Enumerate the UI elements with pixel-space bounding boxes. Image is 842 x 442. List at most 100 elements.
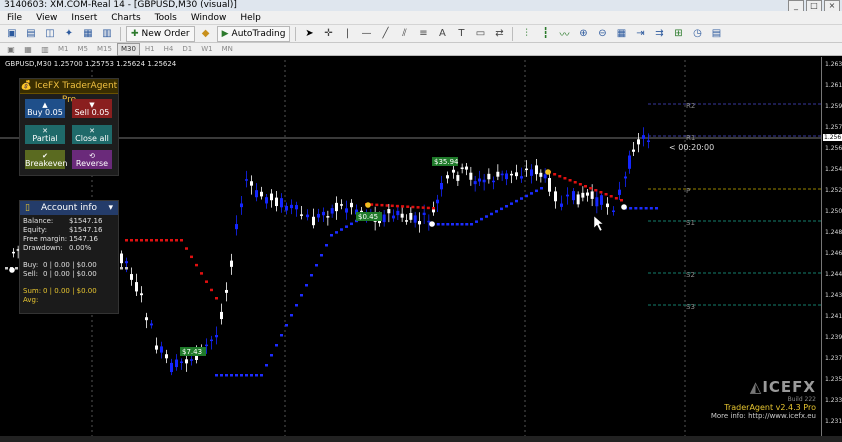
cursor-icon[interactable]: ➤ xyxy=(301,26,317,42)
candle-body xyxy=(535,165,538,175)
toolbar-divider xyxy=(295,26,297,41)
candle-body xyxy=(255,190,258,198)
avg-row: Avg: xyxy=(23,296,43,304)
chart-properties-icon[interactable]: ▣ xyxy=(3,41,19,57)
trail-dot xyxy=(609,195,613,198)
line-chart-icon[interactable]: 〰 xyxy=(556,26,572,42)
candle-body xyxy=(350,202,353,208)
arrows-icon[interactable]: ⇄ xyxy=(491,26,507,42)
candlestick-icon[interactable]: ┇ xyxy=(537,26,553,42)
horizontal-line-icon[interactable]: — xyxy=(358,26,374,42)
candle-body xyxy=(525,168,528,171)
buy-button[interactable]: ▲ Buy 0.05 xyxy=(25,99,65,118)
trendline-icon[interactable]: ╱ xyxy=(377,26,393,42)
terminal-icon[interactable]: ▦ xyxy=(80,26,96,42)
menu-help[interactable]: Help xyxy=(233,13,268,23)
chart-grid-icon[interactable]: ▦ xyxy=(20,41,36,57)
candle-body xyxy=(427,220,431,223)
timeframe-h4[interactable]: H4 xyxy=(160,43,178,56)
trail-dot xyxy=(125,239,128,242)
partial-close-button[interactable]: ✕ Partial xyxy=(25,125,65,144)
candle-body xyxy=(560,203,563,207)
timeframe-m30[interactable]: M30 xyxy=(116,42,140,56)
chart-shift-icon[interactable]: ⇥ xyxy=(632,26,648,42)
text-icon[interactable]: A xyxy=(434,26,450,42)
trail-dot xyxy=(120,267,123,270)
metaeditor-icon[interactable]: ◆ xyxy=(198,26,214,42)
new-order-label: New Order xyxy=(141,28,190,39)
new-order-button[interactable]: ✚ New Order xyxy=(126,25,195,42)
zoom-in-icon[interactable]: ⊕ xyxy=(575,26,591,42)
menu-tools[interactable]: Tools xyxy=(148,13,184,23)
trail-dot xyxy=(406,205,410,208)
candle-body xyxy=(300,214,303,216)
candle-body xyxy=(520,176,523,179)
breakeven-button[interactable]: ✔ Breakeven xyxy=(25,150,67,169)
balance-label: Balance: xyxy=(23,217,54,225)
vertical-line-icon[interactable]: | xyxy=(339,26,355,42)
market-watch-icon[interactable]: ◫ xyxy=(42,26,58,42)
timeframe-mn[interactable]: MN xyxy=(218,43,237,56)
trail-dot xyxy=(614,197,618,200)
sell-button[interactable]: ▼ Sell 0.05 xyxy=(72,99,112,118)
candle-body xyxy=(515,172,518,177)
candle-body xyxy=(460,167,464,169)
candle-body xyxy=(586,192,589,196)
candle-body xyxy=(496,171,500,177)
profiles-icon[interactable]: ▤ xyxy=(23,26,39,42)
strategy-tester-icon[interactable]: ▥ xyxy=(99,26,115,42)
menu-charts[interactable]: Charts xyxy=(104,13,147,23)
candle-body xyxy=(624,176,627,179)
periods-icon[interactable]: ◷ xyxy=(689,26,705,42)
profit-tag-text: $0.45 xyxy=(358,213,378,221)
trail-dot xyxy=(639,207,643,210)
price-axis-label: 1.237 xyxy=(825,355,842,362)
menu-window[interactable]: Window xyxy=(184,13,234,23)
candle-body xyxy=(548,178,551,192)
icefx-branding: ◭ICEFX Build 222 TraderAgent v2.4.3 Pro … xyxy=(711,378,816,420)
candle-body xyxy=(576,194,580,205)
tile-windows-icon[interactable]: ▦ xyxy=(613,26,629,42)
bar-chart-icon[interactable]: ⫶ xyxy=(518,26,534,42)
candle-body xyxy=(260,191,263,197)
price-axis-label: 1.233 xyxy=(825,397,842,404)
autotrading-button[interactable]: ▶ AutoTrading xyxy=(216,25,291,42)
candle-body xyxy=(612,210,615,213)
zoom-out-icon[interactable]: ⊖ xyxy=(594,26,610,42)
candle-body xyxy=(322,211,325,216)
trail-dot xyxy=(170,239,173,242)
trail-dot xyxy=(525,194,528,198)
fibonacci-icon[interactable]: ≡ xyxy=(415,26,431,42)
new-chart-icon[interactable]: ▣ xyxy=(4,26,20,42)
close-all-button[interactable]: ✕ Close all xyxy=(72,125,112,144)
price-axis-label: 1.235 xyxy=(825,376,842,383)
timeframe-m1[interactable]: M1 xyxy=(54,43,73,56)
timeframe-m5[interactable]: M5 xyxy=(74,43,93,56)
autoscroll-icon[interactable]: ⇉ xyxy=(651,26,667,42)
menu-file[interactable]: File xyxy=(0,13,29,23)
crosshair-icon[interactable]: ✛ xyxy=(320,26,336,42)
candle-body xyxy=(125,261,128,264)
trail-dot xyxy=(180,239,183,242)
timeframe-h1[interactable]: H1 xyxy=(141,43,159,56)
shapes-icon[interactable]: ▭ xyxy=(472,26,488,42)
navigator-icon[interactable]: ✦ xyxy=(61,26,77,42)
channel-icon[interactable]: ⫽ xyxy=(396,26,412,42)
menu-view[interactable]: View xyxy=(29,13,64,23)
menu-insert[interactable]: Insert xyxy=(64,13,104,23)
indicators-icon[interactable]: ⊞ xyxy=(670,26,686,42)
account-info-header[interactable]: ▯ Account info ▾ xyxy=(20,201,118,215)
templates-icon[interactable]: ▤ xyxy=(708,26,724,42)
chart-volumes-icon[interactable]: ▥ xyxy=(37,41,53,57)
timeframe-w1[interactable]: W1 xyxy=(197,43,216,56)
trail-dot xyxy=(275,344,278,347)
timeframe-m15[interactable]: M15 xyxy=(93,43,116,56)
timeframe-toolbar: ▣ ▦ ▥ M1 M5 M15 M30 H1 H4 D1 W1 MN xyxy=(0,41,842,57)
signal-marker xyxy=(621,204,627,210)
price-axis-label: 1.259 xyxy=(825,103,842,110)
reverse-button[interactable]: ⟲ Reverse xyxy=(72,150,112,169)
timeframe-d1[interactable]: D1 xyxy=(178,43,196,56)
label-icon[interactable]: T xyxy=(453,26,469,42)
trail-dot xyxy=(460,223,464,226)
balance-row: Balance: $1547.16 xyxy=(23,217,102,225)
